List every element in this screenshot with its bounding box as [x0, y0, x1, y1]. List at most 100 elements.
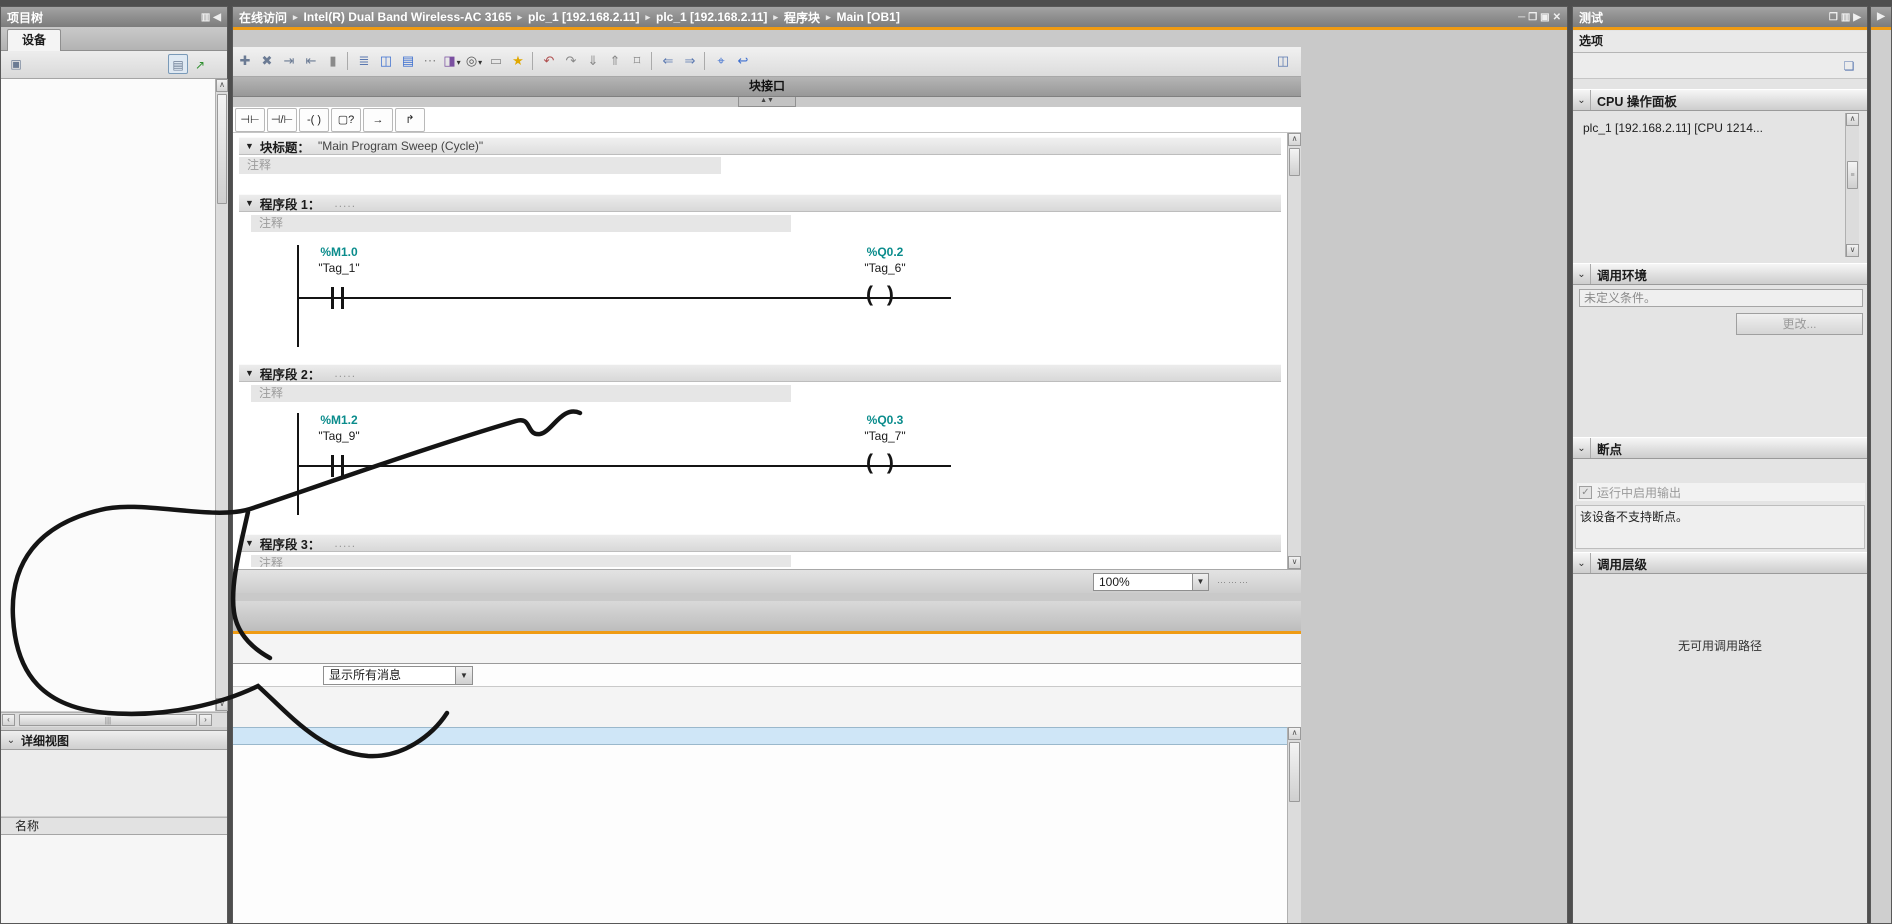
panel-options-icon[interactable]: ❏	[1839, 56, 1859, 76]
call-hierarchy-header[interactable]: ⌄ 调用层级	[1573, 552, 1867, 574]
rung-line	[297, 465, 951, 467]
editor-vscrollbar[interactable]: ∧ ∨	[1287, 133, 1301, 569]
coil-address[interactable]: %Q0.3	[830, 413, 940, 427]
collapse-comments-icon[interactable]: ▭	[486, 50, 506, 72]
network-3-header[interactable]: ▼ 程序段 3： .....	[239, 534, 1281, 552]
contact-address[interactable]: %M1.2	[284, 413, 394, 427]
collapse-arrow-icon: ▼	[245, 368, 254, 378]
delete-network-icon[interactable]: ✖	[257, 50, 277, 72]
breadcrumb-item[interactable]: 在线访问	[239, 9, 287, 26]
contact-bar[interactable]	[341, 287, 344, 309]
undo-step-icon[interactable]: ↶	[539, 50, 559, 72]
close-icon[interactable]: ✕	[1553, 12, 1561, 23]
call-environment-header[interactable]: ⌄ 调用环境	[1573, 263, 1867, 285]
minimize-icon[interactable]: ─	[1518, 12, 1525, 23]
comment-bubble-icon[interactable]: ⋯	[420, 50, 440, 72]
close-branch-icon[interactable]: ↱	[395, 108, 425, 132]
checkbox-checked-icon[interactable]: ✓	[1579, 486, 1592, 499]
splitter-grip[interactable]: ⋯⋯⋯	[1217, 576, 1269, 588]
call-condition-box[interactable]: 未定义条件。	[1579, 289, 1863, 307]
network-2-header[interactable]: ▼ 程序段 2： .....	[239, 364, 1281, 382]
network-1-header[interactable]: ▼ 程序段 1： .....	[239, 194, 1281, 212]
upload-icon[interactable]: ⇑	[605, 50, 625, 72]
network-1-label: 程序段 1：	[260, 194, 320, 213]
block-title-row[interactable]: ▼ 块标题： "Main Program Sweep (Cycle)"	[239, 137, 1281, 155]
coil-icon[interactable]: ( )	[866, 283, 898, 307]
split-editor-icon[interactable]: ◫	[1273, 50, 1293, 72]
insert-coil-icon[interactable]: ◎▾	[464, 50, 484, 72]
interface-splitter-handle[interactable]: ▲▼	[738, 97, 796, 107]
detail-view-list	[1, 835, 227, 923]
enable-outputs-row: ✓ 运行中启用输出	[1577, 483, 1865, 501]
no-contact-icon[interactable]: ⊣⊢	[235, 108, 265, 132]
coil-icon[interactable]: ( )	[866, 451, 898, 475]
download-icon[interactable]: ⇓	[583, 50, 603, 72]
detail-view-header[interactable]: ⌄ 详细视图	[1, 730, 227, 750]
network-3-comment[interactable]: 注释	[251, 555, 791, 567]
block-comment[interactable]: 注释	[239, 157, 721, 174]
insert-row-icon[interactable]: ⇥	[279, 50, 299, 72]
open-branch-icon[interactable]: →	[363, 108, 393, 132]
network-2-comment[interactable]: 注释	[251, 385, 791, 402]
cpu-panel-header[interactable]: ⌄ CPU 操作面板	[1573, 89, 1867, 111]
message-vscrollbar[interactable]: ∧	[1287, 727, 1301, 923]
new-object-icon[interactable]: ▣	[6, 54, 26, 74]
float-icon[interactable]: ❐	[1829, 12, 1838, 23]
list-view-icon[interactable]: ▤	[168, 54, 188, 74]
snapshot-icon[interactable]: ⌑	[627, 50, 647, 72]
reset-start-values-icon[interactable]: ▮	[323, 50, 343, 72]
change-button[interactable]: 更改...	[1736, 313, 1863, 335]
link-diagram-icon[interactable]: ↗	[190, 55, 210, 75]
tab-devices[interactable]: 设备	[7, 29, 61, 51]
contact-bar[interactable]	[331, 287, 334, 309]
coil-icon[interactable]: -( )	[299, 108, 329, 132]
project-tree-titlebar: 项目树 ▥◀	[1, 7, 227, 27]
project-tree-hscrollbar[interactable]: ‹ ||| ›	[1, 712, 227, 727]
breadcrumb-item[interactable]: Main [OB1]	[836, 10, 899, 24]
pin-panel-icon[interactable]: ▥	[201, 12, 210, 23]
message-filter-value: 显示所有消息	[329, 668, 401, 682]
contact-tag[interactable]: "Tag_1"	[284, 261, 394, 275]
breadcrumb-item[interactable]: Intel(R) Dual Band Wireless-AC 3165	[304, 10, 512, 24]
breadcrumb-item[interactable]: plc_1 [192.168.2.11]	[656, 10, 767, 24]
breadcrumb-item[interactable]: plc_1 [192.168.2.11]	[528, 10, 639, 24]
project-tree-vscrollbar[interactable]: ∧ ∨	[215, 79, 228, 711]
pin-panel-icon[interactable]: ▥	[1841, 12, 1850, 23]
block-interface-bar[interactable]: 块接口	[233, 77, 1301, 97]
expand-left-icon[interactable]: ▶	[1873, 10, 1889, 24]
breakpoints-header[interactable]: ⌄ 断点	[1573, 437, 1867, 459]
cpu-panel-scrollbar[interactable]: ∧ ≡ ∨	[1845, 113, 1859, 257]
jump-back-icon[interactable]: ↩	[733, 50, 753, 72]
coil-tag[interactable]: "Tag_6"	[830, 261, 940, 275]
absolute-relative-operands-icon[interactable]: ◫	[376, 50, 396, 72]
goto-previous-icon[interactable]: ⇐	[658, 50, 678, 72]
insert-box-icon[interactable]: ◨▾	[442, 50, 462, 72]
restore-icon[interactable]: ❐	[1528, 12, 1537, 23]
favorites-toggle-icon[interactable]: ★	[508, 50, 528, 72]
contact-bar[interactable]	[341, 455, 344, 477]
align-network-icon[interactable]: ≣	[354, 50, 374, 72]
delete-row-icon[interactable]: ⇤	[301, 50, 321, 72]
contact-address[interactable]: %M1.0	[284, 245, 394, 259]
redo-step-icon[interactable]: ↷	[561, 50, 581, 72]
expand-right-icon[interactable]: ▶	[1853, 12, 1861, 23]
editor-titlebar: 在线访问▸Intel(R) Dual Band Wireless-AC 3165…	[233, 7, 1567, 27]
zoom-select[interactable]: 100% ▼	[1093, 573, 1209, 591]
message-filter-select[interactable]: 显示所有消息 ▼	[323, 666, 473, 685]
insert-network-icon[interactable]: ✚	[235, 50, 255, 72]
coil-tag[interactable]: "Tag_7"	[830, 429, 940, 443]
go-to-definition-icon[interactable]: ⌖	[711, 50, 731, 72]
coil-address[interactable]: %Q0.2	[830, 245, 940, 259]
toolbar-separator	[651, 52, 652, 70]
maximize-icon[interactable]: ▣	[1540, 12, 1549, 23]
contact-bar[interactable]	[331, 455, 334, 477]
goto-next-icon[interactable]: ⇒	[680, 50, 700, 72]
cpu-panel-title: CPU 操作面板	[1591, 91, 1677, 110]
contact-tag[interactable]: "Tag_9"	[284, 429, 394, 443]
empty-box-icon[interactable]: ▢?	[331, 108, 361, 132]
network-1-comment[interactable]: 注释	[251, 215, 791, 232]
breadcrumb-item[interactable]: 程序块	[784, 9, 820, 26]
nc-contact-icon[interactable]: ⊣/⊢	[267, 108, 297, 132]
network-overview-icon[interactable]: ▤	[398, 50, 418, 72]
collapse-left-icon[interactable]: ◀	[213, 12, 221, 23]
